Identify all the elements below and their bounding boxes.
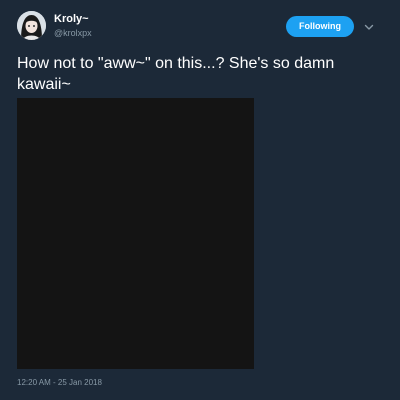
display-name[interactable]: Kroly~ [54,13,89,26]
chevron-down-icon[interactable] [362,20,376,34]
user-avatar-icon [17,11,46,40]
tweet-text: How not to "aww~" on this...? She's so d… [17,55,335,93]
following-button[interactable]: Following [286,16,354,37]
tweet-media[interactable] [17,98,254,369]
user-handle[interactable]: @krolxpx [54,28,92,39]
avatar[interactable] [17,11,46,40]
tweet-header: Kroly~ @krolxpx Following [0,0,400,46]
tweet-timestamp[interactable]: 12:20 AM - 25 Jan 2018 [17,378,102,388]
tweet-card: Kroly~ @krolxpx Following How not to "aw… [0,0,400,400]
